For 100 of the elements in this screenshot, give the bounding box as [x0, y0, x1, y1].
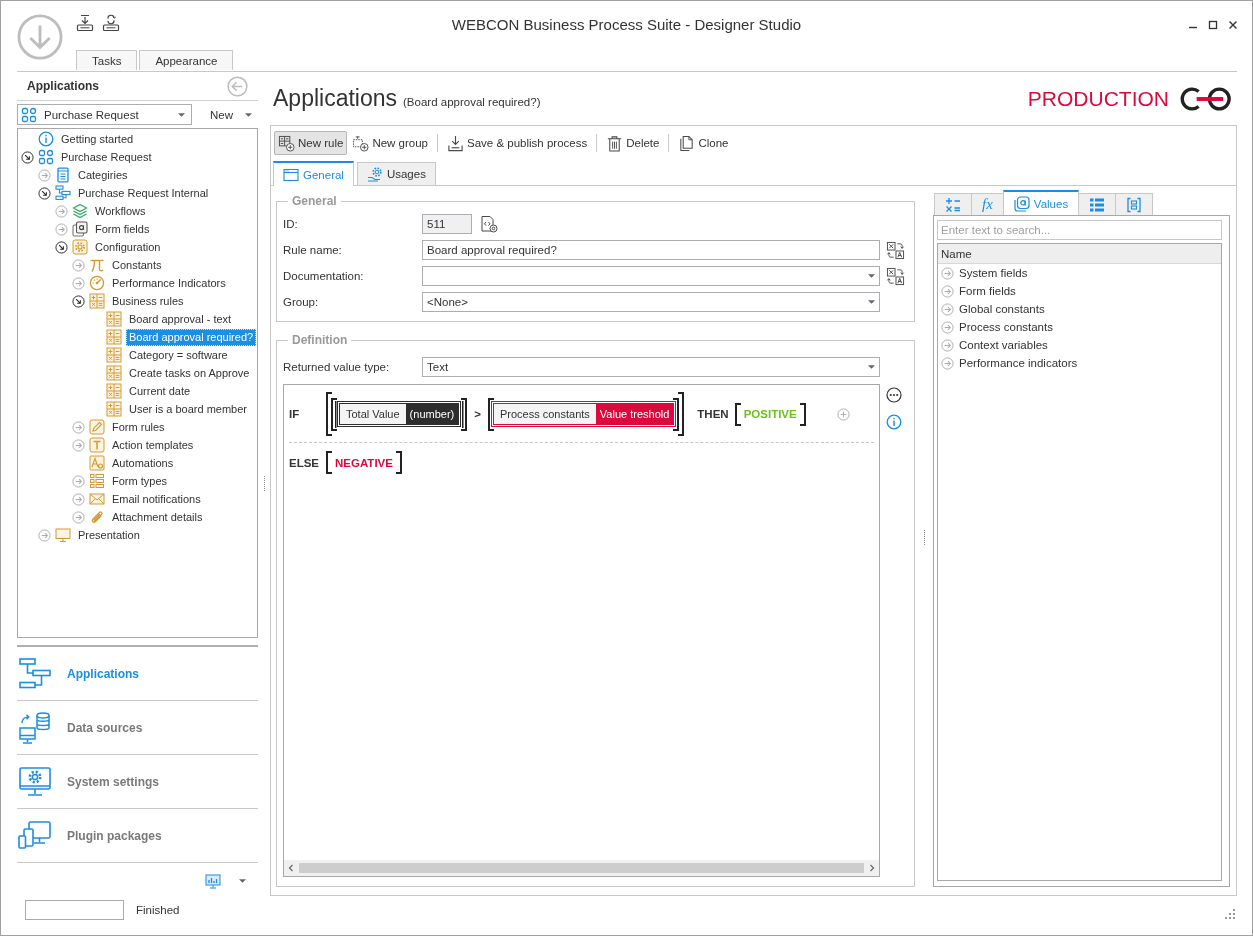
tree-item[interactable]: Purchase Request Internal	[75, 184, 212, 202]
letter-a-icon	[89, 455, 105, 471]
rule-editor[interactable]: IF Total Value (number) > Process constants Value treshold THEN POSITIVE ELSE NEGATIVE	[283, 384, 880, 877]
toolbar-button[interactable]: New rule	[274, 131, 348, 155]
maximize-icon[interactable]	[1208, 20, 1218, 30]
tree-item[interactable]: Email notifications	[109, 490, 204, 508]
operand-token[interactable]: Total Value (number)	[337, 401, 462, 427]
monitor-chart-icon[interactable]	[205, 873, 221, 889]
resize-grip-icon[interactable]	[1225, 909, 1236, 920]
nav-item[interactable]: Applications	[17, 647, 258, 701]
flowchart-icon	[18, 656, 52, 691]
dropdown-field[interactable]: Text	[422, 357, 880, 377]
tree-item[interactable]: User is a board member	[126, 400, 250, 418]
panel-tab[interactable]	[1078, 193, 1117, 215]
nav-item[interactable]: Data sources	[17, 701, 258, 755]
gear-hand-icon	[366, 166, 383, 182]
tree-item[interactable]: Category = software	[126, 346, 231, 364]
tree-item[interactable]: Configuration	[92, 238, 164, 256]
list-item[interactable]: Form fields	[959, 285, 1016, 297]
tree-item[interactable]: Board approval - text	[126, 310, 235, 328]
nav-item[interactable]: Plugin packages	[17, 809, 258, 863]
new-button[interactable]: New	[202, 104, 258, 125]
rule-keyword: IF	[289, 408, 301, 420]
info-icon[interactable]	[886, 414, 902, 430]
tree-item[interactable]: Constants	[109, 256, 165, 274]
search-field[interactable]: Enter text to search...	[937, 220, 1222, 240]
status-field[interactable]	[25, 900, 124, 920]
panel-tab[interactable]	[934, 193, 972, 215]
tree-item[interactable]: Form types	[109, 472, 170, 490]
tree-item[interactable]: Attachment details	[109, 508, 206, 526]
tree-item[interactable]: Performance Indicators	[109, 274, 229, 292]
status-text: Finished	[136, 904, 180, 916]
rule-keyword: ELSE	[289, 456, 321, 469]
operator-symbol: >	[474, 408, 481, 420]
caret-down-icon[interactable]	[239, 879, 246, 883]
translate-icon[interactable]	[886, 266, 905, 286]
rule-table-icon	[106, 365, 122, 381]
list-item[interactable]: Process constants	[959, 321, 1053, 333]
field-label: Documentation:	[283, 270, 365, 282]
tree-item[interactable]: Categiries	[75, 166, 131, 184]
list-item[interactable]: Global constants	[959, 303, 1045, 315]
tray-arrow-icon[interactable]	[76, 14, 94, 32]
scrollbar-thumb[interactable]	[299, 863, 864, 873]
toolbar-button[interactable]: New group	[348, 131, 432, 155]
more-options-icon[interactable]	[886, 387, 902, 403]
stacked-cards-icon	[72, 221, 88, 237]
list-item[interactable]: Performance indicators	[959, 357, 1078, 369]
tree-item[interactable]: Create tasks on Approve	[126, 364, 253, 382]
application-dropdown[interactable]: Purchase Request	[17, 104, 192, 125]
toolbar-button[interactable]: Delete	[602, 131, 664, 155]
editor-tab[interactable]: General	[273, 161, 354, 186]
readonly-field[interactable]: 511	[422, 214, 472, 234]
operand-token[interactable]: Process constants Value treshold	[490, 401, 677, 427]
group-legend: Definition	[288, 333, 352, 347]
list-item[interactable]: System fields	[959, 267, 1028, 279]
rule-table-icon	[106, 383, 122, 399]
nav-item[interactable]: System settings	[17, 755, 258, 809]
refresh-tray-icon[interactable]	[102, 14, 120, 32]
splitter-grip-icon[interactable]	[922, 530, 926, 546]
operand-label: Total Value	[340, 404, 406, 424]
tree-item[interactable]: Form fields	[92, 220, 153, 238]
ribbon-tab[interactable]: Appearance	[139, 50, 234, 70]
editor-tab[interactable]: Usages	[356, 162, 436, 185]
dropdown-field[interactable]: <None>	[422, 292, 880, 312]
window-icon	[283, 166, 299, 183]
down-arrow-circle-icon[interactable]	[17, 14, 63, 60]
toolbar-button[interactable]: Clone	[674, 131, 733, 155]
gauge-icon	[89, 275, 105, 291]
result-value[interactable]: NEGATIVE	[335, 456, 393, 469]
list-icon	[1089, 196, 1106, 213]
tree-item[interactable]: Form rules	[109, 418, 168, 436]
panel-tab[interactable]	[1115, 193, 1154, 215]
tree-item[interactable]: Purchase Request	[58, 148, 155, 166]
database-monitor-icon	[18, 710, 52, 745]
input-field[interactable]: Board approval required?	[422, 240, 880, 260]
document-gear-icon[interactable]	[480, 215, 498, 233]
tree-item[interactable]: Action templates	[109, 436, 197, 454]
flowchart-icon	[55, 185, 71, 201]
add-circle-icon[interactable]	[837, 407, 850, 421]
ribbon-tab[interactable]: Tasks	[76, 50, 138, 70]
field-label: Rule name:	[283, 244, 343, 256]
panel-tab[interactable]: Values	[1002, 190, 1080, 215]
translate-icon[interactable]	[886, 240, 905, 260]
splitter-grip-icon[interactable]	[262, 476, 266, 492]
tree-item[interactable]: Current date	[126, 382, 194, 400]
environment-label: PRODUCTION	[1027, 86, 1169, 111]
toolbar-button[interactable]: Save & publish process	[443, 131, 592, 155]
horizontal-scrollbar[interactable]	[284, 860, 879, 876]
tree-item[interactable]: Business rules	[109, 292, 187, 310]
document-icon	[55, 167, 71, 183]
tree-item[interactable]: Workflows	[92, 202, 149, 220]
page-title: Applications	[273, 85, 398, 112]
tree-item[interactable]: Getting started	[58, 130, 137, 148]
close-icon[interactable]	[1228, 20, 1238, 30]
tree-item[interactable]: Presentation	[75, 526, 143, 544]
column-header[interactable]: Name	[938, 244, 1221, 263]
tree-item[interactable]: Automations	[109, 454, 177, 472]
rule-table-icon	[106, 311, 122, 327]
dropdown-field[interactable]	[422, 266, 880, 286]
list-item[interactable]: Context variables	[959, 339, 1048, 351]
